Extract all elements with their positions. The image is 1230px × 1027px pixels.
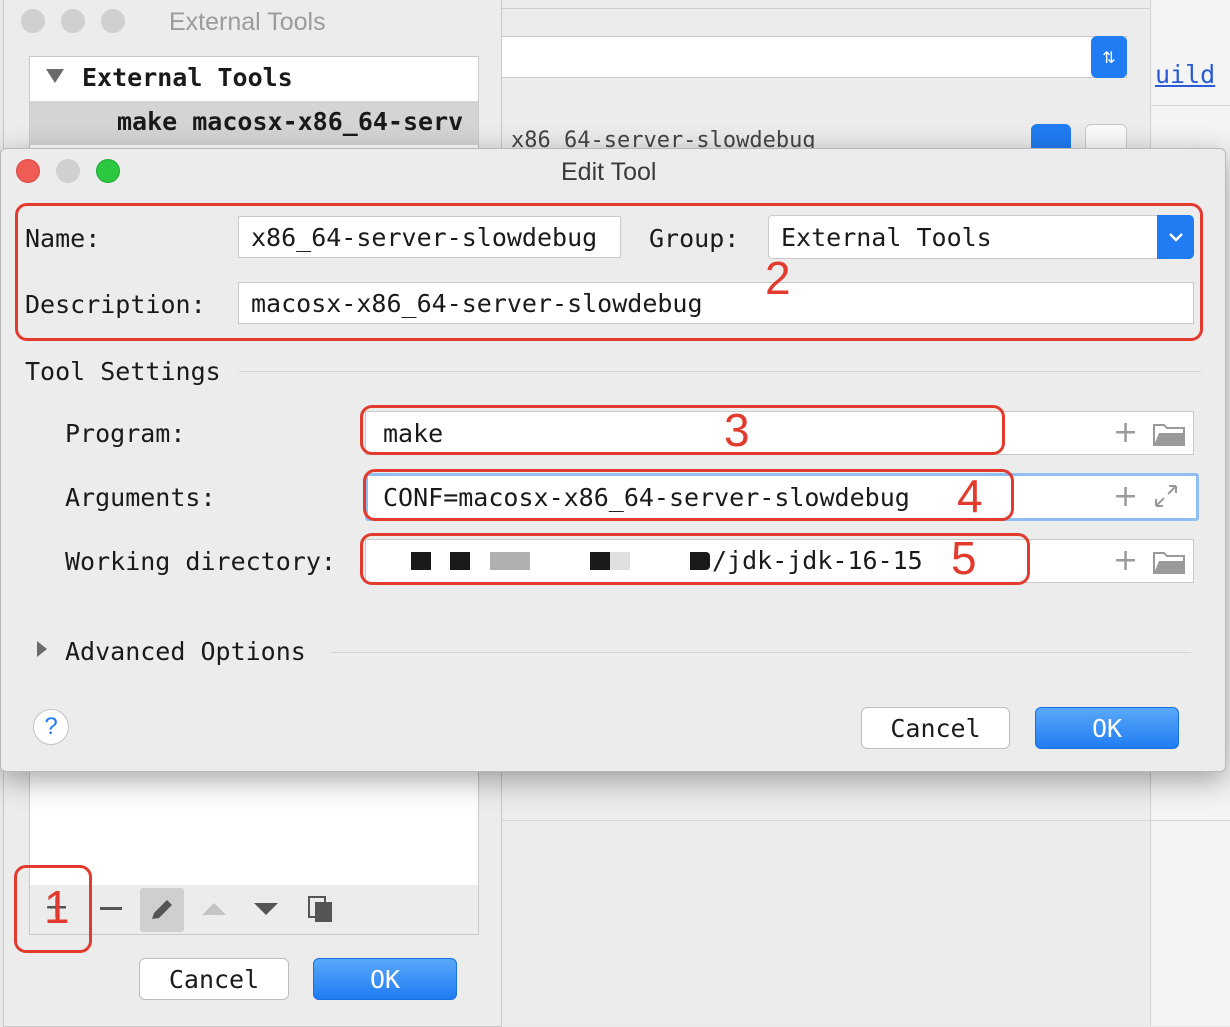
select-stepper-icon[interactable]: ⇅: [1091, 36, 1127, 78]
close-button[interactable]: [16, 159, 40, 183]
section-divider: [239, 371, 1201, 372]
ok-button[interactable]: OK: [1035, 707, 1179, 749]
expand-triangle-icon[interactable]: [37, 641, 47, 657]
plus-icon[interactable]: +: [1113, 543, 1138, 578]
dialog-title: Edit Tool: [561, 158, 657, 186]
expand-triangle-icon[interactable]: [46, 69, 64, 83]
background-stepper-icon: [1031, 124, 1071, 148]
tree-item-label: make macosx-x86_64-serv: [117, 107, 464, 136]
build-link[interactable]: uild: [1155, 60, 1215, 89]
pencil-icon[interactable]: [140, 888, 184, 932]
close-button[interactable]: [21, 9, 45, 33]
arrow-down-icon[interactable]: [254, 903, 278, 915]
tool-settings-heading: Tool Settings: [25, 357, 221, 386]
cancel-button[interactable]: Cancel: [861, 707, 1010, 749]
advanced-options-toggle[interactable]: Advanced Options: [65, 637, 306, 666]
plus-icon[interactable]: +: [1113, 479, 1138, 514]
annotation-number-3: 3: [724, 404, 750, 456]
cancel-button[interactable]: Cancel: [139, 958, 289, 1000]
divider: [1151, 820, 1230, 821]
expand-icon[interactable]: [1153, 483, 1179, 513]
divider: [1151, 105, 1230, 106]
dialog-title: External Tools: [169, 8, 326, 36]
ok-button[interactable]: OK: [313, 958, 457, 1000]
annotation-number-1: 1: [44, 881, 70, 933]
annotation-box-5: [360, 533, 1030, 585]
tree-toolbar: +: [29, 885, 479, 935]
program-label: Program:: [65, 419, 186, 448]
annotation-number-5: 5: [951, 532, 977, 584]
background-button: [1085, 124, 1127, 149]
background-select[interactable]: [501, 36, 1127, 78]
annotation-box-3: [360, 405, 1005, 455]
working-directory-label: Working directory:: [65, 547, 336, 576]
divider: [501, 8, 1151, 9]
tree-item-selected[interactable]: make macosx-x86_64-serv: [30, 101, 478, 145]
divider: [501, 820, 1151, 821]
section-divider: [331, 652, 1191, 653]
minus-icon[interactable]: [100, 907, 122, 910]
annotation-number-2: 2: [765, 252, 791, 304]
copy-icon[interactable]: [308, 896, 334, 928]
plus-icon[interactable]: +: [1113, 415, 1138, 450]
minimize-button[interactable]: [56, 159, 80, 183]
annotation-number-4: 4: [957, 470, 983, 522]
folder-icon[interactable]: [1153, 550, 1185, 578]
zoom-button[interactable]: [101, 9, 125, 33]
edit-tool-dialog: Edit Tool Name: x86_64-server-slowdebug …: [0, 148, 1226, 772]
annotation-box-2: [15, 203, 1203, 341]
arrow-up-icon[interactable]: [202, 903, 226, 915]
minimize-button[interactable]: [61, 9, 85, 33]
annotation-box-4: [363, 469, 1014, 521]
tree-group-label[interactable]: External Tools: [82, 63, 293, 92]
arguments-label: Arguments:: [65, 483, 216, 512]
help-button[interactable]: ?: [33, 709, 69, 745]
folder-icon[interactable]: [1153, 422, 1185, 450]
zoom-button[interactable]: [96, 159, 120, 183]
